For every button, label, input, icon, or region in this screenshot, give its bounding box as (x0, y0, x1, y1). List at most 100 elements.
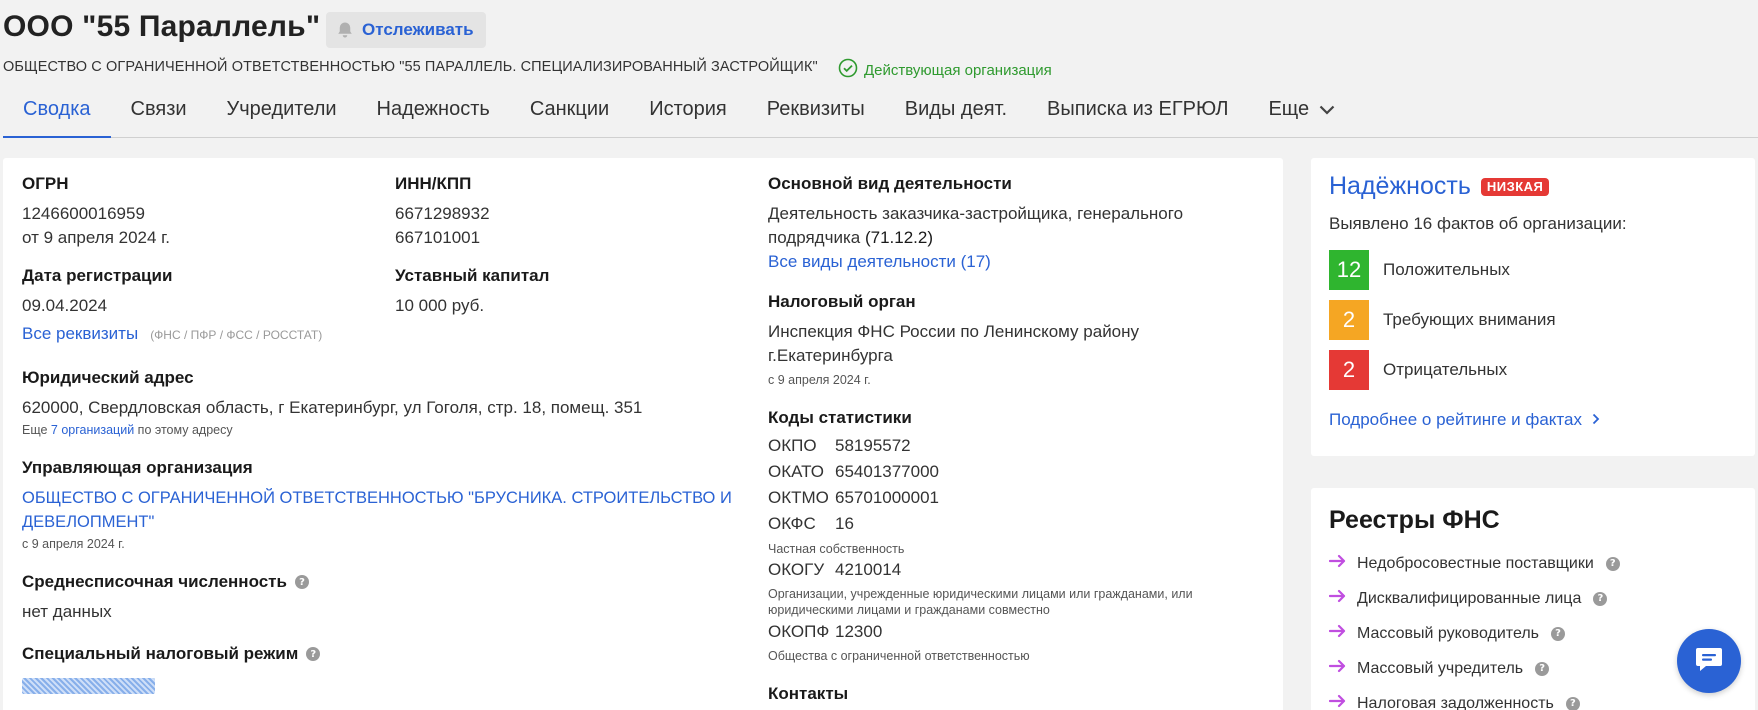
capital-label: Уставный капитал (395, 266, 550, 285)
tab-more[interactable]: Еще (1248, 96, 1355, 137)
full-company-name: ОБЩЕСТВО С ОГРАНИЧЕННОЙ ОТВЕТСТВЕННОСТЬЮ… (3, 59, 818, 75)
tab-history[interactable]: История (629, 96, 747, 137)
okato-row: ОКАТО 65401377000 (768, 462, 939, 482)
arrow-right-icon (1328, 659, 1347, 678)
tab-reliability[interactable]: Надежность (357, 96, 510, 137)
mgmt-since: с 9 апреля 2024 г. (22, 537, 125, 551)
help-icon[interactable]: ? (1551, 626, 1565, 641)
okato-value: 65401377000 (835, 462, 940, 481)
headcount-label-text: Среднесписочная численность (22, 572, 287, 591)
okfs-key: ОКФС (768, 514, 816, 533)
headcount-value: нет данных (22, 602, 112, 621)
bell-icon (336, 21, 354, 39)
all-activities-link[interactable]: Все виды деятельности (17) (768, 250, 991, 274)
reliability-title[interactable]: Надёжность (1329, 172, 1471, 201)
tax-regime-hidden-value[interactable] (22, 678, 155, 694)
requisites-sources: (ФНС / ПФР / ФСС / РОССТАТ) (150, 328, 323, 342)
rating-details-link[interactable]: Подробнее о рейтинге и фактах (1329, 410, 1600, 430)
address-more: Еще 7 организаций по этому адресу (22, 422, 233, 438)
ogrn-value: 1246600016959 (22, 204, 145, 223)
stats-codes-label: Коды статистики (768, 408, 912, 427)
tax-authority-since: с 9 апреля 2024 г. (768, 373, 871, 387)
oktmo-value: 65701000001 (835, 488, 940, 507)
inn-value: 6671298932 (395, 204, 490, 223)
help-icon[interactable]: ? (294, 575, 309, 589)
contacts-label: Контакты (768, 684, 849, 703)
okogu-row: ОКОГУ 4210014 (768, 560, 901, 580)
chat-button[interactable] (1677, 629, 1741, 693)
fact-negative[interactable]: 2 Отрицательных (1329, 350, 1507, 390)
fact-label: Требующих внимания (1383, 310, 1556, 329)
chevron-down-icon (1319, 96, 1335, 122)
registry-item[interactable]: Массовый руководитель ? (1328, 624, 1565, 643)
arrow-right-icon (1328, 589, 1347, 608)
registry-item[interactable]: Недобросовестные поставщики ? (1328, 554, 1620, 573)
inn-kpp-label: ИНН/КПП (395, 174, 472, 193)
mgmt-org-link[interactable]: ОБЩЕСТВО С ОГРАНИЧЕННОЙ ОТВЕТСТВЕННОСТЬЮ… (22, 486, 742, 534)
help-icon[interactable]: ? (1605, 556, 1620, 571)
address-more-link[interactable]: 7 организаций (51, 423, 134, 437)
address-more-suffix: по этому адресу (137, 423, 233, 437)
tax-authority-label: Налоговый орган (768, 292, 916, 311)
okogu-value: 4210014 (835, 560, 902, 579)
okopf-description: Общества с ограниченной ответственностью (768, 649, 1030, 663)
reg-date-label: Дата регистрации (22, 266, 173, 285)
registry-item-label: Дисквалифицированные лица (1357, 589, 1582, 607)
okfs-description: Частная собственность (768, 542, 905, 556)
fact-count: 2 (1329, 350, 1369, 390)
help-icon[interactable]: ? (1565, 696, 1580, 710)
help-icon[interactable]: ? (1593, 591, 1608, 606)
tax-regime-label: Специальный налоговый режим ? (22, 644, 321, 664)
okopf-row: ОКОПФ 12300 (768, 622, 882, 642)
activity-code: (71.12.2) (864, 228, 933, 247)
fact-count: 12 (1329, 250, 1369, 290)
address-value: 620000, Свердловская область, г Екатерин… (22, 398, 643, 417)
activity-text: Деятельность заказчика-застройщика, гене… (768, 204, 1184, 247)
tab-founders[interactable]: Учредители (207, 96, 357, 137)
address-label: Юридический адрес (22, 368, 194, 387)
registries-title: Реестры ФНС (1329, 506, 1500, 534)
tax-authority-value: Инспекция ФНС России по Ленинскому район… (768, 322, 1140, 365)
tab-egrul-extract[interactable]: Выписка из ЕГРЮЛ (1027, 96, 1248, 137)
page-title: ООО "55 Параллель" (3, 10, 321, 43)
tab-links[interactable]: Связи (111, 96, 207, 137)
activity-value: Деятельность заказчика-застройщика, гене… (768, 202, 1208, 250)
capital-value: 10 000 руб. (395, 296, 485, 315)
all-requisites-row: Все реквизиты (ФНС / ПФР / ФСС / РОССТАТ… (22, 322, 322, 347)
chat-bubble-icon (1694, 645, 1724, 678)
tab-summary[interactable]: Сводка (3, 96, 111, 138)
okfs-row: ОКФС 16 (768, 514, 854, 534)
tab-more-label: Еще (1268, 98, 1310, 120)
chevron-right-icon (1592, 410, 1600, 430)
okfs-value: 16 (835, 514, 854, 533)
registry-item[interactable]: Массовый учредитель ? (1328, 659, 1550, 678)
fact-positive[interactable]: 12 Положительных (1329, 250, 1510, 290)
status-badge: Действующая организация (838, 58, 1052, 82)
fact-count: 2 (1329, 300, 1369, 340)
registry-item-label: Налоговая задолженность (1357, 694, 1554, 710)
arrow-right-icon (1328, 554, 1347, 573)
okato-key: ОКАТО (768, 462, 824, 481)
registry-item-label: Массовый руководитель (1357, 624, 1539, 642)
help-icon[interactable]: ? (306, 647, 321, 661)
oktmo-row: ОКТМО 65701000001 (768, 488, 939, 508)
tab-requisites[interactable]: Реквизиты (747, 96, 885, 137)
registry-item[interactable]: Дисквалифицированные лица ? (1328, 589, 1608, 608)
tax-regime-label-text: Специальный налоговый режим (22, 644, 299, 663)
reliability-subtitle: Выявлено 16 фактов об организации: (1329, 214, 1627, 233)
tab-sanctions[interactable]: Санкции (510, 96, 629, 137)
fact-attention[interactable]: 2 Требующих внимания (1329, 300, 1556, 340)
reliability-title-row: Надёжность НИЗКАЯ (1329, 172, 1550, 201)
okopf-value: 12300 (835, 622, 883, 641)
reg-date-value: 09.04.2024 (22, 296, 108, 315)
help-icon[interactable]: ? (1535, 661, 1550, 676)
follow-button[interactable]: Отслеживать (326, 12, 486, 48)
all-requisites-link[interactable]: Все реквизиты (22, 322, 138, 346)
tab-activities[interactable]: Виды деят. (885, 96, 1027, 137)
ogrn-date: от 9 апреля 2024 г. (22, 228, 171, 247)
activity-label: Основной вид деятельности (768, 174, 1012, 193)
follow-button-label: Отслеживать (362, 20, 474, 39)
oktmo-key: ОКТМО (768, 488, 829, 507)
registry-item[interactable]: Налоговая задолженность ? (1328, 694, 1580, 710)
arrow-right-icon (1328, 624, 1347, 643)
